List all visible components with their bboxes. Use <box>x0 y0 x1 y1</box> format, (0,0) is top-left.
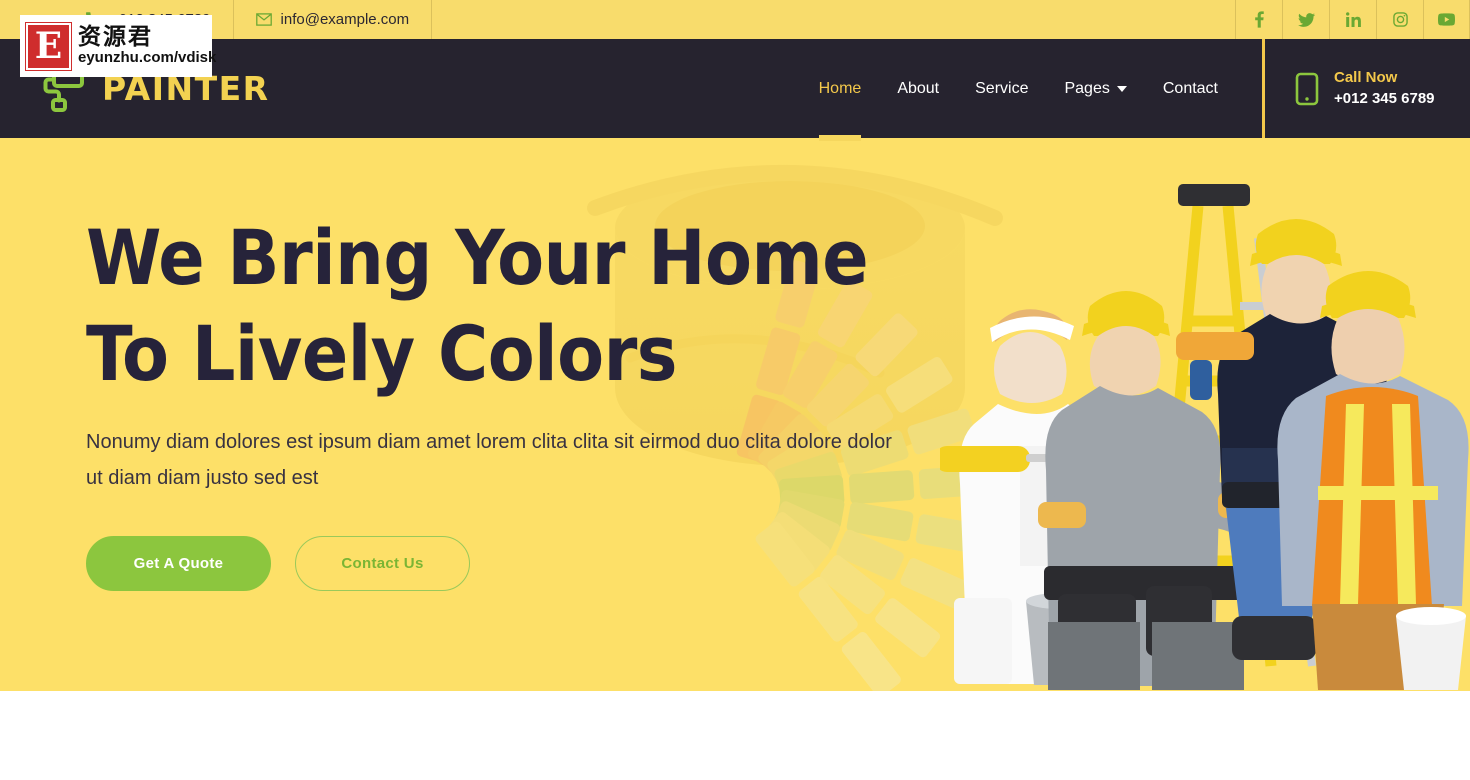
call-now-number: +012 345 6789 <box>1334 89 1435 107</box>
watermark-text-group: 资源君 eyunzhu.com/vdisk <box>78 25 216 66</box>
nav-menu: Home About Service Pages Contact <box>801 39 1262 141</box>
topbar-email[interactable]: info@example.com <box>234 0 432 39</box>
nav-item-contact-label: Contact <box>1162 79 1218 97</box>
nav-item-about[interactable]: About <box>879 39 957 138</box>
topbar-email-text: info@example.com <box>280 11 410 28</box>
watermark-logo-badge: E <box>26 22 71 70</box>
social-links <box>1235 0 1470 39</box>
page-below-fold <box>0 691 1470 780</box>
nav-item-pages[interactable]: Pages <box>1046 39 1144 138</box>
worker-male-2 <box>1176 219 1408 674</box>
call-now-label: Call Now <box>1334 69 1398 87</box>
watermark-overlay: E 资源君 eyunzhu.com/vdisk <box>20 15 216 77</box>
chevron-down-icon <box>1116 85 1127 92</box>
top-bar: +012 345 6789 info@example.com <box>0 0 1470 39</box>
navbar-spacer <box>300 39 801 138</box>
hero-section: We Bring Your Home To Lively Colors Nonu… <box>0 138 1470 691</box>
nav-item-service-label: Service <box>975 79 1029 97</box>
contact-us-button[interactable]: Contact Us <box>295 536 470 591</box>
worker-female <box>940 309 1111 685</box>
nav-item-about-label: About <box>897 79 940 97</box>
linkedin-icon[interactable] <box>1329 0 1376 39</box>
nav-item-service[interactable]: Service <box>957 39 1046 138</box>
twitter-icon[interactable] <box>1282 0 1329 39</box>
nav-item-home[interactable]: Home <box>801 39 880 141</box>
nav-item-pages-label: Pages <box>1064 79 1110 97</box>
worker-senior <box>1277 271 1469 690</box>
watermark-chinese-text: 资源君 <box>78 24 153 51</box>
hero-content: We Bring Your Home To Lively Colors Nonu… <box>0 138 900 591</box>
worker-male-1 <box>1038 291 1266 690</box>
call-now-text: Call Now +012 345 6789 <box>1334 68 1435 109</box>
hero-workers-photo <box>940 184 1469 690</box>
watermark-url: eyunzhu.com/vdisk <box>78 49 217 67</box>
instagram-icon[interactable] <box>1376 0 1423 39</box>
get-a-quote-button[interactable]: Get A Quote <box>86 536 271 591</box>
nav-item-home-label: Home <box>818 79 862 97</box>
hero-button-group: Get A Quote Contact Us <box>86 536 900 591</box>
mobile-phone-icon <box>1295 72 1319 106</box>
main-navbar: PAINTER Home About Service Pages Contact <box>0 39 1470 141</box>
page-title: We Bring Your Home To Lively Colors <box>86 213 869 398</box>
youtube-icon[interactable] <box>1423 0 1470 39</box>
call-now-block[interactable]: Call Now +012 345 6789 <box>1265 39 1470 138</box>
nav-item-contact[interactable]: Contact <box>1145 39 1236 138</box>
envelope-icon <box>255 13 272 26</box>
facebook-icon[interactable] <box>1235 0 1282 39</box>
hero-subtitle: Nonumy diam dolores est ipsum diam amet … <box>86 431 892 489</box>
